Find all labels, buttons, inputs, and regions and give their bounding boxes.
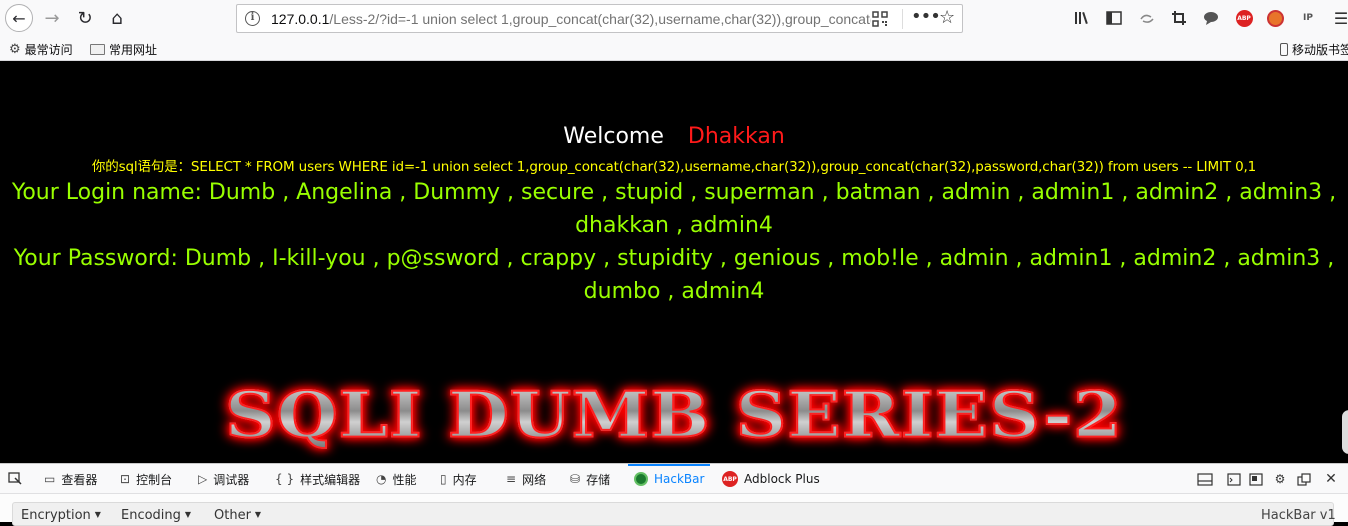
sql-label: 你的sql语句是： — [91, 159, 191, 175]
url-text[interactable]: 127.0.0.1/Less-2/?id=-1 union select 1,g… — [271, 11, 871, 27]
frame-select-icon[interactable] — [1248, 471, 1264, 487]
chat-icon[interactable] — [1200, 8, 1222, 28]
bookmark-label: 常用网址 — [109, 43, 158, 57]
sql-query: SELECT * FROM users WHERE id=-1 union se… — [190, 159, 1257, 175]
tab-label: 内存 — [452, 472, 477, 487]
devtools-panel: ▭ 查看器 ⊡ 控制台 ▷ 调试器 { } 样式编辑器 ◔ 性能 ▯ 内存 ≡ 网络 ⛁ 存储 … — [0, 463, 1348, 526]
login-names: Your Login name: Dumb , Angelina , Dummy… — [10, 176, 1338, 242]
reload-button[interactable]: ↻ — [71, 4, 99, 32]
page-content: Welcome Dhakkan 你的sql语句是：SELECT * FROM us… — [0, 62, 1348, 463]
tab-memory[interactable]: ▯ 内存 — [440, 464, 477, 494]
url-path: /Less-2/?id=-1 union select 1,group_conc… — [329, 11, 871, 27]
bookmark-star-icon[interactable]: ☆ — [939, 7, 955, 28]
scroll-indicator[interactable] — [1342, 410, 1348, 454]
memory-icon: ▯ — [440, 472, 447, 486]
tab-console[interactable]: ⊡ 控制台 — [120, 464, 172, 494]
back-button[interactable]: ← — [5, 4, 33, 32]
close-icon[interactable]: ✕ — [1323, 471, 1339, 487]
bookmark-label: 移动版书签 — [1292, 43, 1348, 57]
welcome-line: Welcome Dhakkan — [0, 124, 1348, 149]
bookmarks-bar: ⚙ 最常访问 常用网址 移动版书签 — [0, 37, 1348, 61]
tab-label: 性能 — [392, 472, 417, 487]
other-menu[interactable]: Other ▼ — [214, 508, 261, 523]
tab-label: 样式编辑器 — [300, 472, 361, 487]
hackbar-icon — [634, 472, 648, 486]
tab-label: Adblock Plus — [744, 472, 820, 486]
tab-label: 查看器 — [61, 472, 98, 487]
sql-statement: 你的sql语句是：SELECT * FROM users WHERE id=-1… — [0, 155, 1348, 175]
popout-icon[interactable] — [1296, 471, 1312, 487]
qr-code-icon[interactable] — [872, 11, 888, 27]
url-separator — [902, 9, 903, 29]
forward-button[interactable]: → — [38, 4, 66, 32]
login-label: Your Login name: — [11, 180, 202, 205]
tab-label: 存储 — [586, 472, 611, 487]
style-editor-icon: { } — [275, 472, 295, 486]
tab-debugger[interactable]: ▷ 调试器 — [198, 464, 249, 494]
menu-label: Encryption — [21, 508, 91, 523]
bookmark-most-visited[interactable]: ⚙ 最常访问 — [9, 41, 73, 58]
sync-icon[interactable] — [1136, 8, 1158, 28]
passwords: Your Password: Dumb , I-kill-you , p@ssw… — [10, 242, 1338, 308]
block-icon[interactable] — [1264, 8, 1286, 28]
url-host: 127.0.0.1 — [271, 11, 330, 27]
dock-icon[interactable] — [1197, 471, 1213, 487]
bookmark-mobile[interactable]: 移动版书签 — [1280, 41, 1348, 58]
crop-icon[interactable] — [1168, 8, 1190, 28]
ip-icon[interactable]: IP — [1297, 8, 1319, 28]
chevron-down-icon: ▼ — [184, 510, 192, 519]
tab-label: 控制台 — [136, 472, 173, 487]
tab-label: 调试器 — [213, 472, 250, 487]
bookmark-common-sites[interactable]: 常用网址 — [90, 41, 157, 58]
browser-toolbar: ← → ↻ ⌂ i 127.0.0.1/Less-2/?id=-1 union … — [0, 0, 1348, 37]
menu-label: Other — [214, 508, 251, 523]
url-bar[interactable]: i 127.0.0.1/Less-2/?id=-1 union select 1… — [236, 4, 963, 33]
hackbar-version: HackBar v1 — [1261, 508, 1336, 523]
tab-network[interactable]: ≡ 网络 — [506, 464, 546, 494]
library-icon[interactable] — [1072, 8, 1094, 28]
welcome-text: Welcome — [563, 124, 664, 149]
sqli-banner: SQLI DUMB SERIES-2 — [0, 367, 1348, 463]
tab-inspector[interactable]: ▭ 查看器 — [44, 464, 97, 494]
chevron-down-icon: ▼ — [254, 510, 262, 519]
tab-performance[interactable]: ◔ 性能 — [376, 464, 417, 494]
encoding-menu[interactable]: Encoding ▼ — [121, 508, 191, 523]
element-picker-icon[interactable] — [8, 464, 22, 494]
tab-adblock-plus[interactable]: ABP Adblock Plus — [722, 464, 820, 494]
network-icon: ≡ — [506, 472, 517, 486]
debugger-icon: ▷ — [198, 472, 208, 486]
phone-icon — [1280, 43, 1288, 56]
storage-icon: ⛁ — [570, 472, 581, 486]
login-values: Dumb , Angelina , Dummy , secure , stupi… — [201, 180, 1337, 238]
home-button[interactable]: ⌂ — [103, 4, 131, 32]
performance-icon: ◔ — [376, 472, 387, 486]
settings-gear-icon[interactable]: ⚙ — [1272, 471, 1288, 487]
password-values: Dumb , I-kill-you , p@ssword , crappy , … — [177, 246, 1335, 304]
folder-icon — [90, 44, 105, 55]
site-info-icon[interactable]: i — [245, 11, 260, 26]
banner-title: SQLI DUMB SERIES-2 — [0, 376, 1348, 453]
menu-icon[interactable]: ☰ — [1330, 8, 1348, 28]
tab-label: HackBar — [654, 472, 705, 486]
encryption-menu[interactable]: Encryption ▼ — [21, 508, 101, 523]
tab-storage[interactable]: ⛁ 存储 — [570, 464, 610, 494]
adblock-plus-icon: ABP — [722, 471, 738, 487]
tab-hackbar[interactable]: HackBar — [627, 464, 711, 494]
password-label: Your Password: — [13, 246, 178, 271]
sidebar-icon[interactable] — [1103, 8, 1125, 28]
chevron-down-icon: ▼ — [94, 510, 101, 519]
split-console-icon[interactable] — [1226, 471, 1242, 487]
tab-label: 网络 — [522, 472, 547, 487]
page-actions-icon[interactable]: ••• — [911, 6, 941, 27]
hackbar-menubar: Encryption ▼ Encoding ▼ Other ▼ HackBar v1 — [12, 502, 1336, 526]
tab-style-editor[interactable]: { } 样式编辑器 — [275, 464, 360, 494]
menu-label: Encoding — [121, 508, 181, 523]
devtools-tabbar: ▭ 查看器 ⊡ 控制台 ▷ 调试器 { } 样式编辑器 ◔ 性能 ▯ 内存 ≡ 网络 ⛁ 存储 … — [0, 464, 1348, 494]
inspector-icon: ▭ — [44, 472, 56, 486]
welcome-name: Dhakkan — [687, 124, 785, 149]
adblock-plus-icon[interactable]: ABP — [1233, 8, 1255, 28]
bookmark-label: 最常访问 — [24, 43, 73, 57]
gear-icon: ⚙ — [9, 42, 21, 57]
console-icon: ⊡ — [120, 472, 131, 486]
